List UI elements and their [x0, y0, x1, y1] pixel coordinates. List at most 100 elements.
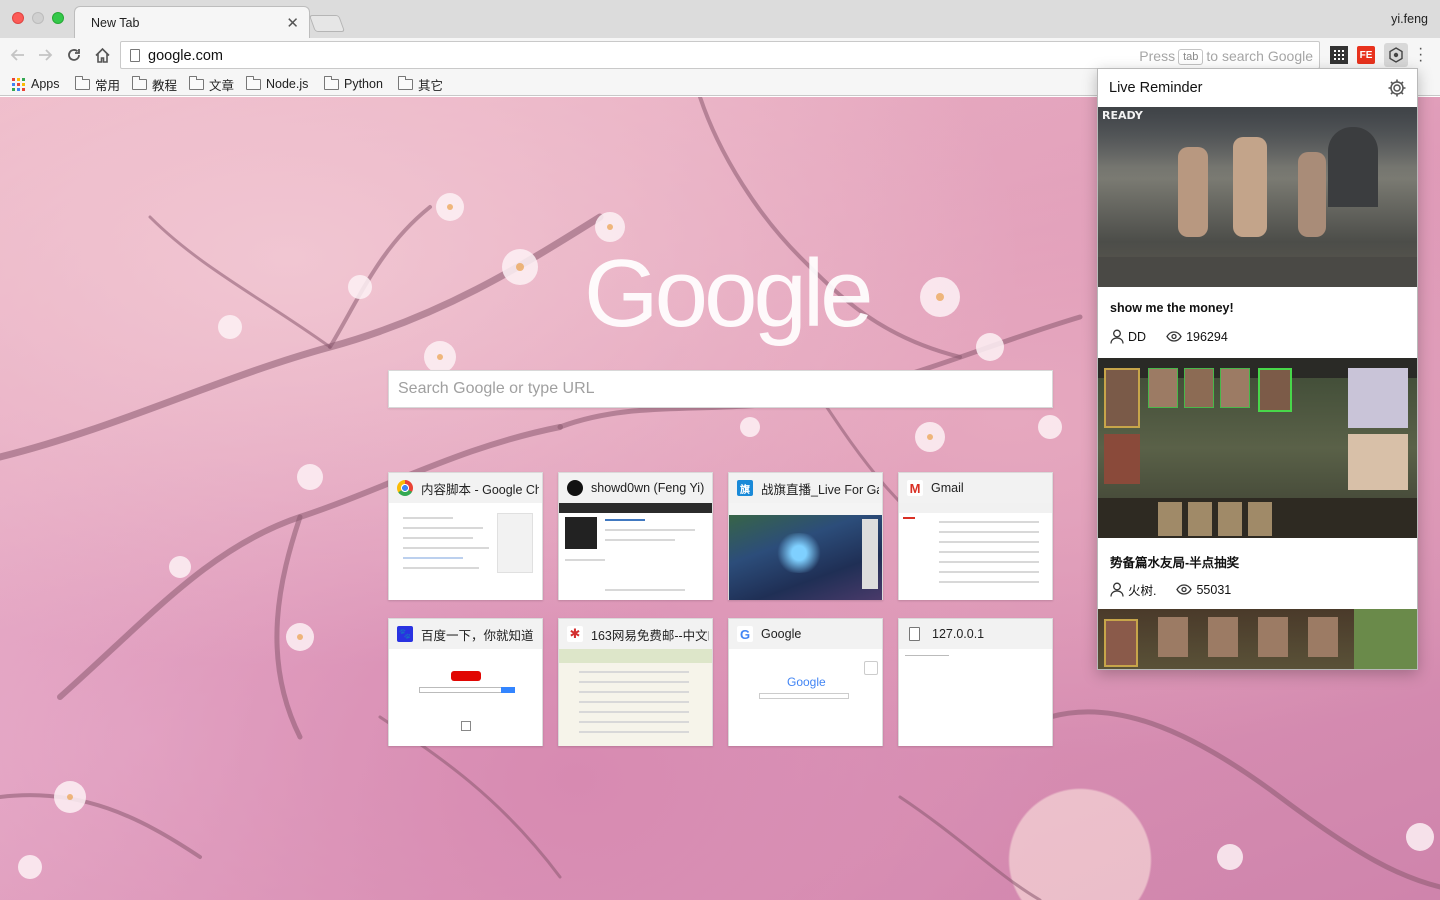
live-reminder-extension-icon[interactable] — [1384, 43, 1408, 67]
settings-gear-icon[interactable] — [1387, 78, 1407, 98]
folder-icon — [398, 75, 413, 90]
most-visited-tile[interactable]: 旗 战旗直播_Live For Game — [728, 472, 883, 600]
tile-title: 内容脚本 - Google Chrome — [421, 482, 539, 497]
fe-extension-icon[interactable]: FE — [1357, 46, 1375, 64]
tile-title: 163网易免费邮--中文邮箱 — [591, 628, 709, 643]
stream-thumbnail[interactable]: READY — [1098, 107, 1417, 287]
gmail-icon: M — [907, 480, 923, 496]
baidu-icon: 🐾 — [397, 626, 413, 642]
tile-header: showd0wn (Feng Yi) — [559, 473, 712, 503]
bookmark-apps[interactable]: Apps — [12, 75, 60, 93]
tile-thumbnail — [389, 503, 542, 600]
tile-thumbnail: Google — [729, 649, 882, 746]
tile-header: 🐾 百度一下，你就知道 — [389, 619, 542, 649]
folder-icon — [189, 75, 204, 90]
tab-title: New Tab — [91, 16, 140, 30]
qrcode-extension-icon[interactable] — [1330, 46, 1348, 64]
stream-meta: 火树. 55031 — [1110, 580, 1251, 599]
zhanqi-icon: 旗 — [737, 480, 753, 496]
ntp-search-input[interactable] — [389, 371, 1052, 407]
hint-suffix: to search Google — [1206, 48, 1313, 64]
tile-thumbnail — [389, 649, 542, 746]
reload-icon[interactable] — [63, 44, 85, 66]
stream-thumbnail[interactable] — [1098, 609, 1417, 669]
folder-icon — [246, 75, 261, 90]
bookmark-label: Node.js — [266, 77, 309, 91]
google-logo: Google — [584, 240, 874, 347]
bookmark-label: 常用 — [95, 78, 121, 93]
bookmark-label: 文章 — [209, 78, 235, 93]
netease-icon: ✱ — [567, 626, 583, 642]
tile-title: showd0wn (Feng Yi) — [591, 481, 705, 495]
tile-title: 127.0.0.1 — [932, 627, 985, 641]
toolbar: google.com Press tab to search Google FE ·… — [0, 38, 1440, 72]
window-minimize-button[interactable] — [32, 12, 44, 24]
popup-header: Live Reminder — [1098, 69, 1417, 107]
viewer-info: 196294 — [1166, 330, 1228, 344]
profile-name[interactable]: yi.feng — [1391, 12, 1428, 26]
user-icon — [1110, 329, 1124, 344]
viewer-info: 55031 — [1176, 583, 1231, 597]
chrome-icon — [397, 480, 413, 496]
bookmark-folder[interactable]: 文章 — [189, 75, 234, 93]
folder-icon — [132, 75, 147, 90]
tab-close-icon[interactable]: ✕ — [286, 14, 299, 32]
thumb-google-wordmark: Google — [787, 675, 826, 689]
viewer-count: 55031 — [1196, 582, 1232, 597]
folder-icon — [324, 75, 339, 90]
most-visited-tile[interactable]: 内容脚本 - Google Chrome — [388, 472, 543, 600]
stream-title[interactable]: 势备篇水友局-半点抽奖 — [1110, 552, 1239, 571]
tile-thumbnail — [559, 649, 712, 746]
eye-icon — [1176, 584, 1193, 595]
folder-icon — [75, 75, 90, 90]
bookmark-folder[interactable]: Node.js — [246, 75, 308, 93]
user-icon — [1110, 582, 1124, 597]
most-visited-tile[interactable]: 127.0.0.1 — [898, 618, 1053, 746]
address-hint: Press tab to search Google — [1139, 48, 1313, 65]
streamer-info: 火树. — [1110, 580, 1156, 599]
stream-title[interactable]: show me the money! — [1110, 301, 1234, 315]
new-tab-button[interactable] — [308, 15, 346, 32]
stream-meta: DD 196294 — [1110, 329, 1248, 344]
bookmark-label: Apps — [31, 77, 60, 91]
bookmark-folder[interactable]: 常用 — [75, 75, 120, 93]
tile-thumbnail — [559, 503, 712, 600]
window-maximize-button[interactable] — [52, 12, 64, 24]
stream-thumbnail[interactable] — [1098, 358, 1417, 538]
tile-title: Google — [761, 627, 802, 641]
most-visited-tile[interactable]: 🐾 百度一下，你就知道 — [388, 618, 543, 746]
home-icon[interactable] — [91, 44, 113, 66]
tile-header: 127.0.0.1 — [899, 619, 1052, 649]
most-visited-tile[interactable]: M Gmail — [898, 472, 1053, 600]
most-visited-tile[interactable]: ✱ 163网易免费邮--中文邮箱 — [558, 618, 713, 746]
popup-title: Live Reminder — [1109, 80, 1203, 96]
most-visited-tile[interactable]: showd0wn (Feng Yi) — [558, 472, 713, 600]
tile-header: M Gmail — [899, 473, 1052, 503]
bookmark-label: 教程 — [152, 78, 178, 93]
streamer-info: DD — [1110, 329, 1146, 344]
chrome-menu-icon[interactable]: · · · — [1418, 41, 1424, 69]
live-reminder-popup: Live Reminder READY show me the money! D… — [1097, 68, 1418, 670]
eye-icon — [1166, 331, 1182, 342]
most-visited-tile[interactable]: G Google Google — [728, 618, 883, 746]
page-icon — [909, 627, 920, 641]
tile-thumbnail — [899, 649, 1052, 746]
forward-icon[interactable] — [34, 44, 56, 66]
tab-new-tab[interactable]: New Tab ✕ — [74, 6, 310, 38]
hint-prefix: Press — [1139, 48, 1176, 64]
bookmark-folder[interactable]: 其它 — [398, 75, 443, 93]
tile-thumbnail — [729, 503, 882, 600]
tile-header: 内容脚本 - Google Chrome — [389, 473, 542, 503]
back-icon[interactable] — [7, 44, 29, 66]
ntp-search-box[interactable] — [388, 370, 1053, 408]
title-bar: New Tab ✕ yi.feng — [0, 0, 1440, 38]
bookmark-folder[interactable]: 教程 — [132, 75, 177, 93]
tile-header: ✱ 163网易免费邮--中文邮箱 — [559, 619, 712, 649]
tile-title: Gmail — [931, 481, 964, 495]
address-url: google.com — [148, 48, 223, 64]
window-close-button[interactable] — [12, 12, 24, 24]
viewer-count: 196294 — [1186, 329, 1228, 344]
bookmark-folder[interactable]: Python — [324, 75, 383, 93]
address-bar[interactable]: google.com Press tab to search Google — [120, 41, 1320, 69]
streamer-name: 火树. — [1128, 584, 1157, 598]
